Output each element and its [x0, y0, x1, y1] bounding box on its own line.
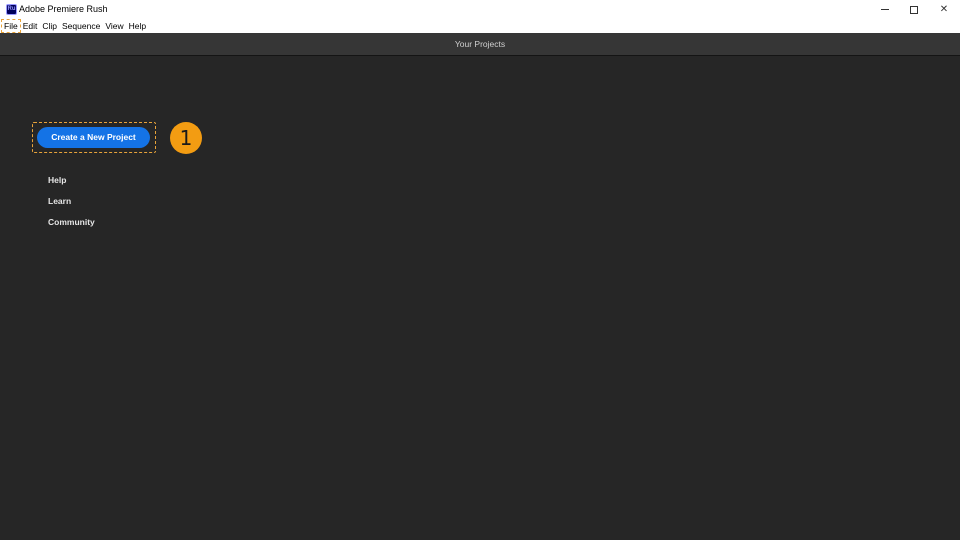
window-title: Adobe Premiere Rush: [19, 4, 108, 14]
page-title: Your Projects: [454, 39, 506, 49]
close-icon: ✕: [939, 4, 949, 15]
minimize-icon: [881, 9, 889, 10]
create-new-project-button[interactable]: Create a New Project: [37, 127, 150, 148]
title-bar: Ru Adobe Premiere Rush ✕: [0, 0, 960, 19]
community-link[interactable]: Community: [48, 217, 95, 227]
maximize-button[interactable]: [899, 0, 929, 19]
projects-header: Your Projects: [0, 33, 960, 56]
minimize-button[interactable]: [870, 0, 900, 19]
help-link[interactable]: Help: [48, 175, 66, 185]
menu-item-clip[interactable]: Clip: [40, 20, 59, 32]
menu-item-sequence[interactable]: Sequence: [60, 20, 102, 32]
close-button[interactable]: ✕: [929, 0, 959, 19]
menu-bar: File Edit Clip Sequence View Help: [0, 19, 960, 33]
menu-item-help[interactable]: Help: [127, 20, 148, 32]
maximize-icon: [910, 5, 918, 14]
step-number-badge: 1: [170, 122, 202, 154]
premiere-rush-app-icon: Ru: [6, 4, 17, 15]
learn-link[interactable]: Learn: [48, 196, 71, 206]
menu-item-file[interactable]: File: [1, 19, 21, 33]
menu-item-view[interactable]: View: [103, 20, 125, 32]
menu-item-edit[interactable]: Edit: [21, 20, 40, 32]
